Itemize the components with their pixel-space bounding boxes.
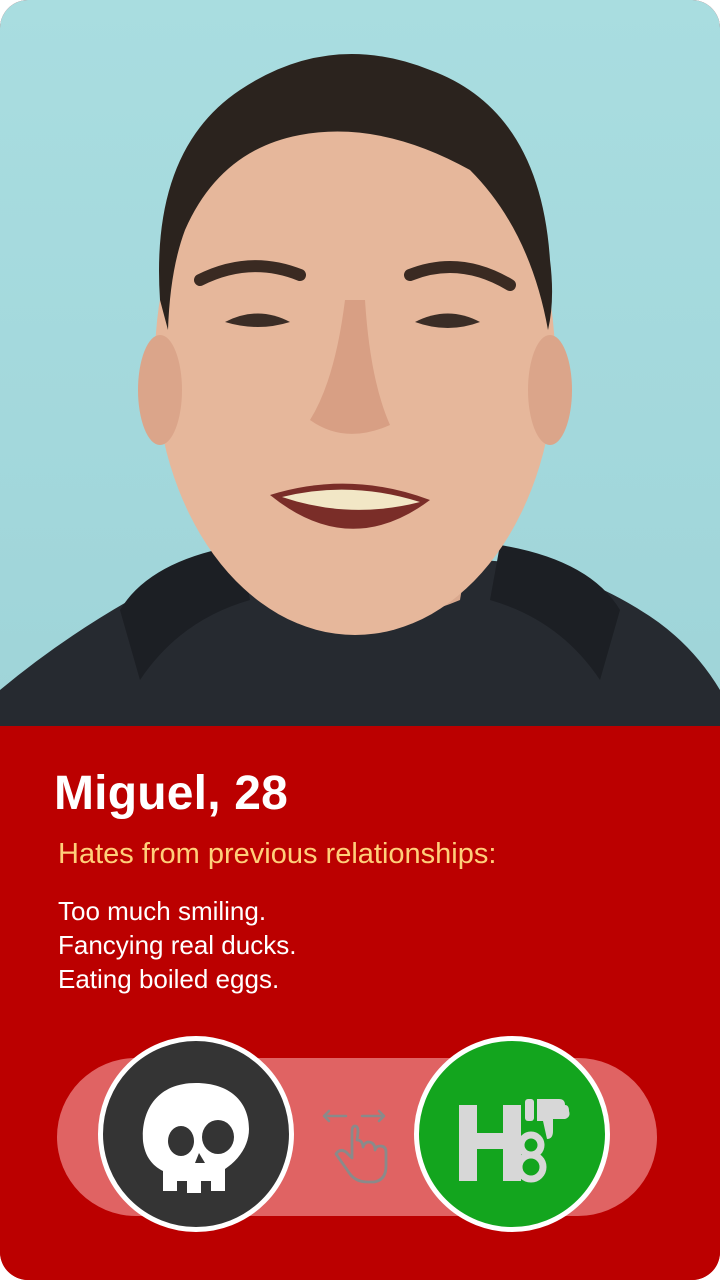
profile-photo <box>0 0 720 726</box>
hate-button[interactable] <box>414 1036 610 1232</box>
hates-list: Too much smiling. Fancying real ducks. E… <box>58 894 296 996</box>
swipe-hand-icon <box>322 1109 388 1184</box>
hate-item: Eating boiled eggs. <box>58 964 280 994</box>
profile-name-age: Miguel, 28 <box>54 767 289 820</box>
skull-icon <box>142 1083 249 1193</box>
hates-heading: Hates from previous relationships: <box>58 838 497 870</box>
hate-item: Too much smiling. <box>58 896 267 926</box>
profile-info-panel: Miguel, 28 Hates from previous relations… <box>0 726 720 1280</box>
person-illustration <box>0 54 720 726</box>
h8-thumbs-down-icon <box>459 1099 570 1183</box>
hate-item: Fancying real ducks. <box>58 930 297 960</box>
nope-button[interactable] <box>98 1036 294 1232</box>
profile-card[interactable]: Miguel, 28 Hates from previous relations… <box>0 0 720 1280</box>
